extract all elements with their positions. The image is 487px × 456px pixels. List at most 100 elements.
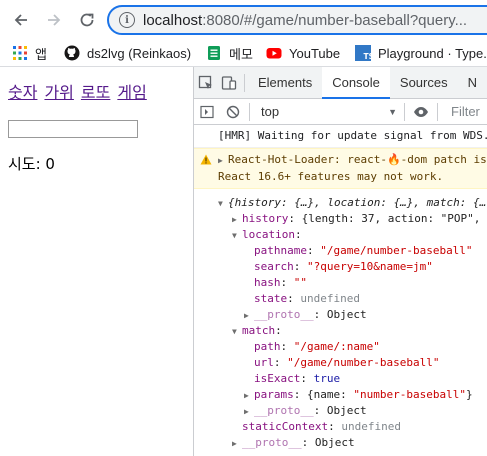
prop-value: {length: 37, action: "POP",: [301, 212, 481, 225]
inspect-element-button[interactable]: [194, 67, 218, 99]
prop-key: staticContext: [242, 420, 329, 433]
tree-row-root-proto[interactable]: ▶ __proto__: Object: [194, 435, 487, 451]
devtools-panel: Elements Console Sources N top ▼ Filter …: [193, 66, 487, 456]
device-mode-icon: [222, 75, 237, 90]
apps-grid-icon: [13, 46, 27, 60]
tree-row-history[interactable]: ▶ history: {length: 37, action: "POP",: [194, 211, 487, 227]
bookmark-label: YouTube: [289, 45, 341, 61]
prop-value: undefined: [300, 292, 360, 305]
answer-input[interactable]: [8, 120, 138, 138]
bookmark-youtube[interactable]: YouTube: [266, 44, 340, 62]
console-warning: ▶ React-Hot-Loader: react-🔥-dom patch is …: [194, 148, 487, 189]
tree-row-search: search: "?query=10&name=jm": [254, 260, 433, 273]
menu-link-rps[interactable]: 가위: [44, 83, 73, 102]
prop-value: "/game/:name": [293, 340, 380, 353]
url-host: localhost: [143, 11, 203, 29]
browser-toolbar: i localhost:8080/#/game/number-baseball?…: [0, 0, 487, 40]
bookmark-typescript-playground[interactable]: TS Playground · Type...: [355, 44, 487, 62]
console-output: [HMR] Waiting for update signal from WDS…: [194, 125, 487, 451]
toolbar-separator: [404, 102, 405, 121]
bookmark-label: Playground · Type...: [378, 45, 487, 61]
prop-key: url: [254, 356, 274, 369]
devtools-tabbar: Elements Console Sources N: [194, 66, 487, 99]
collapse-triangle-icon[interactable]: ▼: [218, 196, 228, 211]
youtube-icon: [266, 48, 282, 59]
console-toolbar: top ▼ Filter: [194, 99, 487, 125]
bookmark-memo[interactable]: 메모: [206, 44, 253, 62]
prop-key: isExact: [254, 372, 301, 385]
address-bar[interactable]: i localhost:8080/#/game/number-baseball?…: [107, 5, 487, 35]
prop-key: pathname: [254, 244, 307, 257]
prop-key: search: [254, 260, 294, 273]
prop-value: Object: [326, 404, 367, 417]
expand-triangle-icon[interactable]: ▶: [244, 308, 254, 323]
tab-elements[interactable]: Elements: [248, 67, 322, 99]
bookmark-label: ds2lvg (Reinkaos): [87, 45, 192, 61]
prop-value: true: [313, 372, 341, 385]
prop-key: location: [242, 228, 295, 241]
clear-console-button[interactable]: [220, 99, 246, 125]
site-info-icon[interactable]: i: [119, 12, 135, 28]
console-message-hmr: [HMR] Waiting for update signal from WDS…: [194, 125, 487, 148]
expand-triangle-icon[interactable]: ▶: [232, 212, 242, 227]
tab-console[interactable]: Console: [322, 66, 390, 99]
reload-icon: [80, 13, 94, 27]
dropdown-arrow-icon: ▼: [388, 106, 397, 117]
collapse-triangle-icon[interactable]: ▼: [232, 228, 242, 243]
tab-sources[interactable]: Sources: [390, 67, 458, 99]
bookmark-github[interactable]: ds2lvg (Reinkaos): [64, 44, 191, 62]
tree-row-match[interactable]: ▼ match:: [194, 323, 487, 339]
expand-triangle-icon[interactable]: ▶: [244, 388, 254, 403]
bookmark-apps[interactable]: 앱: [12, 44, 47, 62]
warning-text-line1: React-Hot-Loader: react-🔥-dom patch is: [228, 153, 487, 166]
tree-row-hash: hash: "": [254, 276, 307, 289]
prop-value: Object: [326, 308, 367, 321]
tries-counter: 시도: 0: [8, 155, 55, 173]
collapse-triangle-icon[interactable]: ▼: [232, 324, 242, 339]
tree-row-pathname: pathname: "/game/number-baseball": [254, 244, 473, 257]
menu-link-number[interactable]: 숫자: [8, 83, 37, 102]
prop-value: undefined: [341, 420, 401, 433]
toolbar-separator: [437, 102, 438, 121]
live-expression-button[interactable]: [408, 99, 434, 125]
menu-link-lotto[interactable]: 로또: [81, 83, 110, 102]
prop-value: Object: [314, 436, 355, 449]
context-selector[interactable]: top ▼: [261, 104, 401, 119]
prop-key: state: [254, 292, 288, 305]
prop-key: __proto__: [242, 436, 302, 449]
tree-row-match-proto[interactable]: ▶ __proto__: Object: [194, 403, 487, 419]
expand-triangle-icon[interactable]: ▶: [244, 404, 254, 419]
forward-button[interactable]: [42, 8, 66, 32]
tree-row-staticcontext: staticContext: undefined: [242, 420, 401, 433]
tree-row-url: url: "/game/number-baseball": [254, 356, 440, 369]
tab-separator: [244, 73, 245, 92]
web-page: 숫자 가위 로또 게임 시도: 0: [0, 67, 193, 456]
tree-row-location-proto[interactable]: ▶ __proto__: Object: [194, 307, 487, 323]
console-filter-input[interactable]: Filter: [451, 104, 480, 119]
tab-network[interactable]: N: [458, 67, 487, 99]
back-button[interactable]: [9, 8, 33, 32]
tree-root-preview: {history: {…}, location: {…}, match: {…: [228, 196, 487, 209]
reload-button[interactable]: [75, 8, 99, 32]
menu-link-game[interactable]: 게임: [117, 83, 146, 102]
toolbar-separator: [249, 102, 250, 121]
typescript-icon: TS: [355, 45, 371, 61]
toggle-sidebar-button[interactable]: [194, 99, 220, 125]
context-label: top: [261, 104, 280, 119]
expand-triangle-icon[interactable]: ▶: [232, 436, 242, 451]
prop-value: "": [293, 276, 307, 289]
eye-icon: [414, 106, 428, 117]
svg-text:TS: TS: [364, 52, 372, 61]
tree-row-params[interactable]: ▶ params: {name: "number-baseball"}: [194, 387, 487, 403]
tree-root-row[interactable]: ▼ {history: {…}, location: {…}, match: {…: [194, 195, 487, 211]
prop-key: match: [242, 324, 276, 337]
forward-arrow-icon: [48, 14, 61, 26]
prop-key: path: [254, 340, 281, 353]
prop-key: params: [254, 388, 294, 401]
prop-value: "?query=10&name=jm": [307, 260, 433, 273]
expand-triangle-icon[interactable]: ▶: [218, 153, 228, 169]
prop-key: hash: [254, 276, 281, 289]
device-toolbar-button[interactable]: [218, 67, 242, 99]
prop-key: __proto__: [254, 404, 314, 417]
tree-row-location[interactable]: ▼ location:: [194, 227, 487, 243]
